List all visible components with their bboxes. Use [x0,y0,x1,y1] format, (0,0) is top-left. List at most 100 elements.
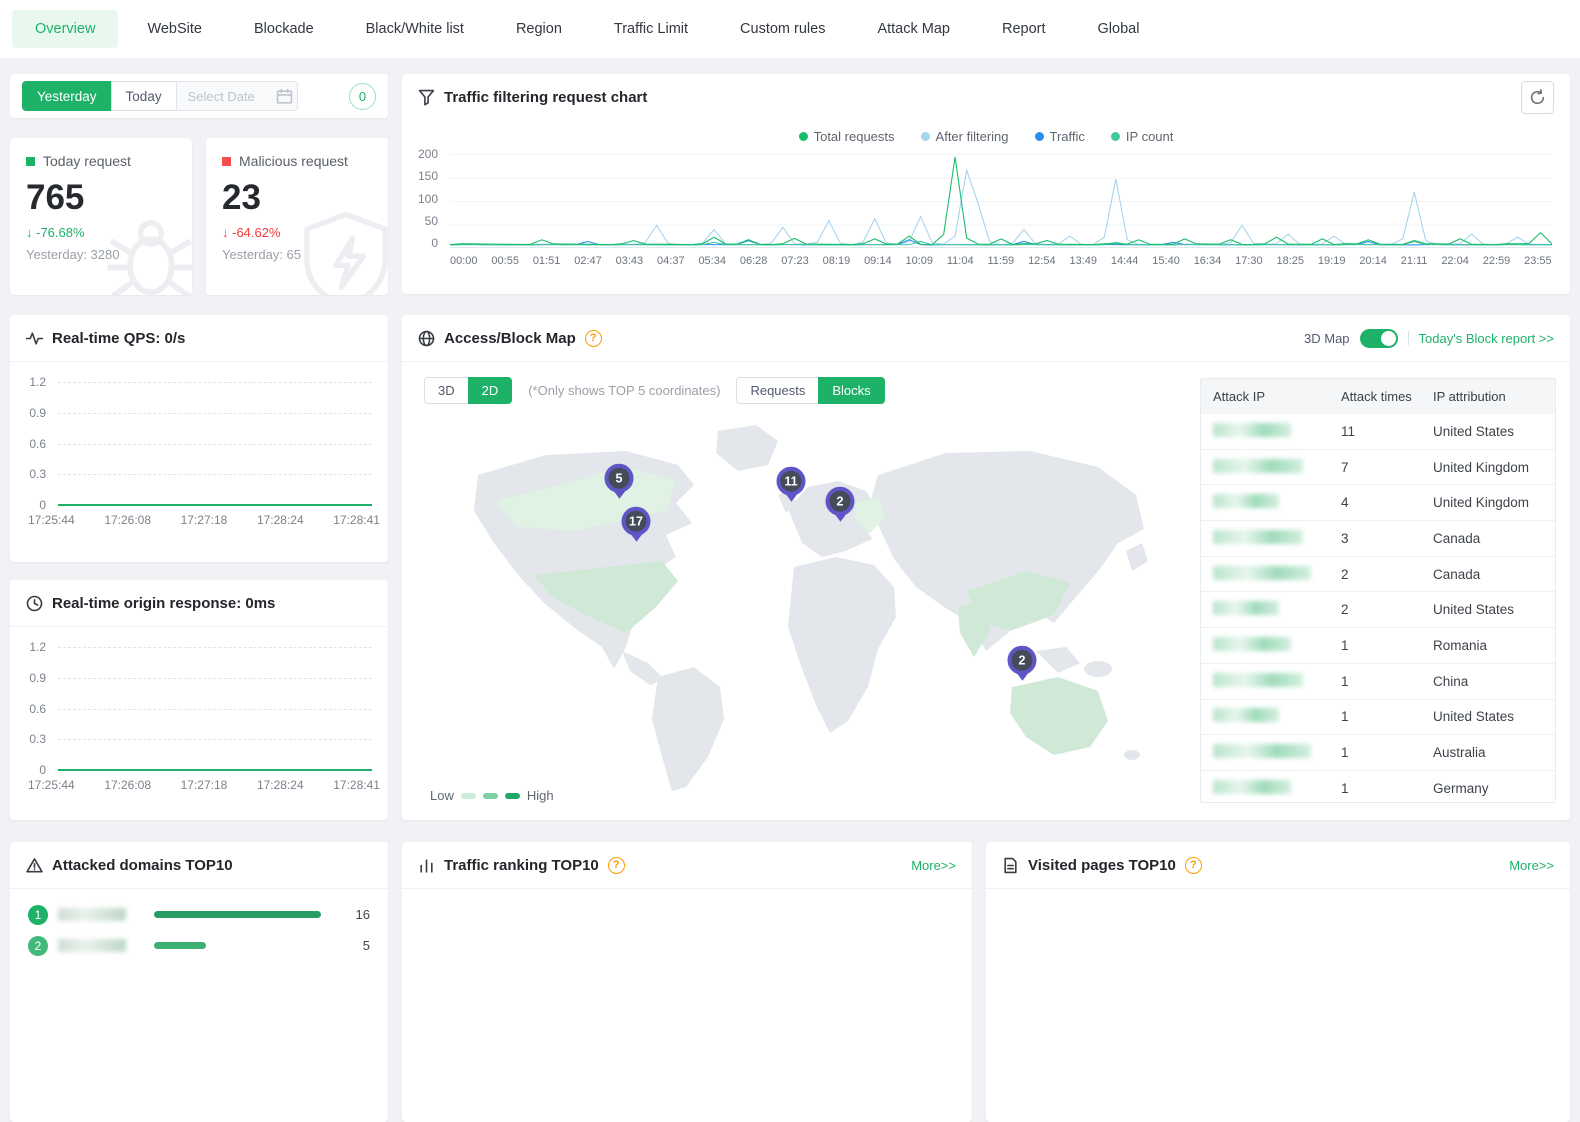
attack-ip-table: Attack IP Attack times IP attribution 11… [1200,378,1556,803]
pulse-icon [26,330,43,347]
domain-attack-bar [154,911,332,918]
top-nav: Overview WebSite Blockade Black/White li… [0,0,1580,58]
y-tick-label: 1.2 [29,375,46,389]
tab-global[interactable]: Global [1075,10,1163,48]
x-tick-label: 17:25:44 [28,778,75,792]
x-tick-label: 07:23 [781,255,809,267]
map-3d-button[interactable]: 3D [424,377,469,404]
masked-ip-cell [1213,601,1341,618]
origin-chart: 1.20.90.60.30 17:25:4417:26:0817:27:1817… [10,627,388,798]
requests-button[interactable]: Requests [736,377,819,404]
traffic-ranking-more-link[interactable]: More>> [911,858,956,873]
yesterday-button[interactable]: Yesterday [22,81,112,111]
y-tick-label: 0.3 [29,732,46,746]
today-request-title-row: Today request [26,153,176,169]
origin-y-axis: 1.20.90.60.30 [18,647,50,770]
traffic-ranking-help-icon[interactable]: ? [608,857,625,874]
tab-website[interactable]: WebSite [124,10,225,48]
heat-low-label: Low [430,788,454,803]
x-tick-label: 17:28:41 [333,513,380,527]
tab-attack-map[interactable]: Attack Map [854,10,973,48]
tab-overview[interactable]: Overview [12,10,118,48]
blocks-button[interactable]: Blocks [818,377,884,404]
today-request-card: Today request 765 ↓ -76.68% Yesterday: 3… [10,138,192,295]
attribution-cell: Canada [1433,531,1543,546]
y-tick-label: 0.6 [29,437,46,451]
blurred-ip [1213,566,1311,580]
x-tick-label: 11:04 [947,255,974,267]
notification-count-badge: 0 [349,83,376,110]
tab-black-white-list[interactable]: Black/White list [343,10,487,48]
today-button[interactable]: Today [111,81,177,111]
attack-table-header: Attack IP Attack times IP attribution [1201,379,1555,414]
tab-report[interactable]: Report [979,10,1069,48]
legend-traffic[interactable]: Traffic [1035,129,1085,144]
map-3d-toggle[interactable] [1360,329,1398,348]
x-tick-label: 22:59 [1483,255,1511,267]
traffic-ranking-title: Traffic ranking TOP10 [444,857,599,874]
x-tick-label: 17:28:41 [333,778,380,792]
heat-high-label: High [527,788,554,803]
x-tick-label: 08:19 [823,255,851,267]
x-tick-label: 22:04 [1441,255,1469,267]
x-tick-label: 03:43 [616,255,644,267]
blurred-ip [1213,601,1279,615]
rank-badge: 1 [28,905,48,925]
qps-y-axis: 1.20.90.60.30 [18,382,50,505]
y-tick-label: 100 [418,192,438,206]
masked-ip-cell [1213,494,1341,511]
date-range-segment: Yesterday Today [22,81,298,111]
visited-pages-more-link[interactable]: More>> [1509,858,1554,873]
attack-times-cell: 2 [1341,602,1433,617]
attribution-cell: Germany [1433,781,1543,796]
attack-count: 16 [342,907,370,922]
tab-region[interactable]: Region [493,10,585,48]
malicious-request-title-row: Malicious request [222,153,372,169]
map-dimension-segment: 3D 2D [424,377,512,404]
shield-flash-icon [296,207,388,295]
masked-ip-cell [1213,637,1341,654]
table-row: 1 Romania [1201,628,1555,664]
map-3d-toggle-label: 3D Map [1304,331,1350,346]
attribution-cell: United Kingdom [1433,460,1543,475]
tab-traffic-limit[interactable]: Traffic Limit [591,10,711,48]
origin-response-title: Real-time origin response: 0ms [52,595,275,612]
block-report-link[interactable]: Today's Block report >> [1419,331,1554,346]
realtime-origin-panel: Real-time origin response: 0ms 1.20.90.6… [10,580,388,820]
traffic-series-svg [450,154,1552,247]
legend-ip-count[interactable]: IP count [1111,129,1173,144]
x-tick-label: 18:25 [1277,255,1305,267]
x-tick-label: 17:26:08 [104,778,151,792]
x-tick-label: 11:59 [987,255,1014,267]
traffic-y-axis: 200150100500 [418,154,444,243]
attribution-cell: United States [1433,709,1543,724]
refresh-button[interactable] [1521,81,1554,114]
legend-after-filtering[interactable]: After filtering [921,129,1009,144]
table-row: 1 China [1201,664,1555,700]
masked-ip-cell [1213,780,1341,797]
map-help-icon[interactable]: ? [585,330,602,347]
green-square-bullet [26,157,35,166]
blurred-domain [58,939,126,952]
map-mode-segment: Requests Blocks [736,377,884,404]
origin-x-axis: 17:25:4417:26:0817:27:1817:28:2417:28:41 [28,778,380,792]
tab-blockade[interactable]: Blockade [231,10,337,48]
masked-ip-cell [1213,673,1341,690]
map-2d-button[interactable]: 2D [468,377,513,404]
legend-total-requests[interactable]: Total requests [799,129,895,144]
attribution-cell: Canada [1433,567,1543,582]
qps-zero-line [58,504,372,506]
attack-times-cell: 1 [1341,745,1433,760]
visited-pages-help-icon[interactable]: ? [1185,857,1202,874]
document-icon [1002,857,1019,874]
y-tick-label: 0.9 [29,406,46,420]
select-date-input[interactable] [176,81,298,111]
tab-custom-rules[interactable]: Custom rules [717,10,848,48]
clock-icon [26,595,43,612]
x-tick-label: 19:19 [1318,255,1346,267]
table-row: 11 United States [1201,414,1555,450]
qps-chart: 1.20.90.60.30 17:25:4417:26:0817:27:1817… [10,362,388,533]
legend-label: After filtering [936,129,1009,144]
date-field[interactable] [186,88,270,105]
attack-times-cell: 1 [1341,709,1433,724]
